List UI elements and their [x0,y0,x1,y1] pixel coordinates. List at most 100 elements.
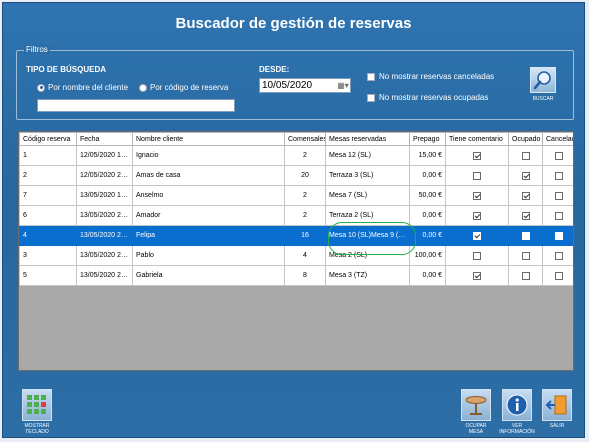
column-header[interactable]: Código reserva [19,132,77,146]
comment-checkbox[interactable] [473,171,481,180]
cell-tables: Terraza 3 (SL) [325,165,410,186]
table-row[interactable]: 3 13/05/2020 21:00 Pablo 4 Mesa 2 (SL) 100,00… [19,245,573,266]
cell-client: Anselmo [132,185,285,206]
cell-occupied [508,165,543,186]
cell-prepay: 0,00 € [409,165,446,186]
radio-by-code-indicator[interactable] [139,83,147,92]
exit-button[interactable]: SALIR [539,389,575,429]
cell-guests: 4 [284,245,326,266]
cell-date: 13/05/2020 21:00 [76,205,133,226]
radio-by-name[interactable]: Por nombre del cliente [37,83,128,92]
search-button-label: BUSCAR [532,96,554,102]
occupied-checkbox[interactable] [521,151,530,160]
cell-date: 12/05/2020 14:30 [76,145,133,166]
cell-occupied [508,145,543,166]
column-header[interactable]: Tiene comentario [445,132,509,146]
occupied-checkbox[interactable] [521,191,530,200]
column-header[interactable]: Cancelado [542,132,573,146]
table-row[interactable]: 7 13/05/2020 12:00 Anselmo 2 Mesa 7 (SL) 50,0… [19,185,573,206]
cell-client: Gabriela [132,265,285,286]
column-header[interactable]: Fecha [76,132,133,146]
search-type-label: TIPO DE BÚSQUEDA [26,65,107,74]
cell-guests: 16 [284,225,326,246]
occupied-checkbox[interactable] [521,251,530,260]
cell-guests: 20 [284,165,326,186]
table-row[interactable]: 5 13/05/2020 21:30 Gabriela 8 Mesa 3 (TZ) 0,0… [19,265,573,286]
cell-client: Felipa [132,225,285,246]
cell-client: Amador [132,205,285,226]
date-picker[interactable]: 10/05/2020 ▦▾ [259,78,351,93]
cancelled-checkbox[interactable] [554,251,563,260]
cancelled-checkbox[interactable] [554,271,563,280]
calendar-dropdown-icon[interactable]: ▦▾ [337,80,349,91]
comment-checkbox[interactable] [473,191,481,200]
cell-tables: Mesa 12 (SL) [325,145,410,166]
comment-checkbox[interactable] [473,271,481,280]
cell-occupied [508,245,543,266]
cell-prepay: 15,00 € [409,145,446,166]
view-info-button[interactable]: VER INFORMACIÓN [497,389,537,435]
table-row[interactable]: 4 13/05/2020 21:00 Felipa 16 Mesa 10 (SL)Mes… [19,225,573,246]
table-row[interactable]: 2 12/05/2020 21:00 Amas de casa 20 Terraza 3… [19,165,573,186]
cancelled-checkbox[interactable] [554,231,563,240]
column-header[interactable]: Comensales [284,132,326,146]
cancelled-checkbox[interactable] [554,151,563,160]
show-keyboard-button[interactable]: MOSTRAR TECLADO [17,389,57,435]
hide-occupied-checkbox[interactable] [367,93,375,102]
table-header-row: Código reserva Fecha Nombre cliente Come… [19,132,573,146]
cell-comment [445,205,509,226]
table-row[interactable]: 1 12/05/2020 14:30 Ignacio 2 Mesa 12 (SL) 15,… [19,145,573,166]
cell-tables: Mesa 3 (TZ) [325,265,410,286]
search-button[interactable]: BUSCAR [526,67,560,111]
comment-checkbox[interactable] [473,231,481,240]
view-info-label: VER INFORMACIÓN [499,423,535,435]
reservations-table: Código reserva Fecha Nombre cliente Come… [19,132,573,286]
cell-comment [445,245,509,266]
occupied-checkbox[interactable] [521,171,530,180]
show-keyboard-label: MOSTRAR TECLADO [24,423,50,435]
cell-prepay: 0,00 € [409,225,446,246]
reservations-grid: Código reserva Fecha Nombre cliente Come… [18,131,574,371]
cell-tables: Mesa 10 (SL)Mesa 9 (SL)M... [325,225,410,246]
cell-comment [445,265,509,286]
hide-cancelled-option[interactable]: No mostrar reservas canceladas [367,72,494,81]
radio-by-code[interactable]: Por código de reserva [139,83,228,92]
cell-guests: 2 [284,185,326,206]
table-row[interactable]: 6 13/05/2020 21:00 Amador 2 Terraza 2 (SL) 0,… [19,205,573,226]
cell-guests: 2 [284,145,326,166]
window-title: Buscador de gestión de reservas [175,15,412,32]
keyboard-icon [22,389,52,421]
comment-checkbox[interactable] [473,211,481,220]
column-header[interactable]: Nombre cliente [132,132,285,146]
cancelled-checkbox[interactable] [554,191,563,200]
comment-checkbox[interactable] [473,251,481,260]
cell-cancelled [542,165,573,186]
cell-code: 5 [19,265,77,286]
cell-date: 13/05/2020 12:00 [76,185,133,206]
hide-cancelled-label: No mostrar reservas canceladas [379,72,495,81]
cell-comment [445,185,509,206]
hide-occupied-option[interactable]: No mostrar reservas ocupadas [367,93,488,102]
cell-client: Pablo [132,245,285,266]
comment-checkbox[interactable] [473,151,481,160]
cell-code: 2 [19,165,77,186]
cell-cancelled [542,245,573,266]
occupied-checkbox[interactable] [521,271,530,280]
cell-cancelled [542,205,573,226]
cell-cancelled [542,185,573,206]
radio-by-name-indicator[interactable] [37,83,45,92]
cancelled-checkbox[interactable] [554,211,563,220]
cell-occupied [508,225,543,246]
hide-cancelled-checkbox[interactable] [367,72,375,81]
column-header[interactable]: Prepago [409,132,446,146]
occupied-checkbox[interactable] [521,231,530,240]
search-input[interactable] [37,99,235,112]
cell-comment [445,165,509,186]
occupy-table-button[interactable]: OCUPAR MESA [458,389,494,435]
cell-occupied [508,205,543,226]
occupied-checkbox[interactable] [521,211,530,220]
column-header[interactable]: Mesas reservadas [325,132,410,146]
column-header[interactable]: Ocupado [508,132,543,146]
radio-by-code-label: Por código de reserva [150,83,229,92]
cancelled-checkbox[interactable] [554,171,563,180]
